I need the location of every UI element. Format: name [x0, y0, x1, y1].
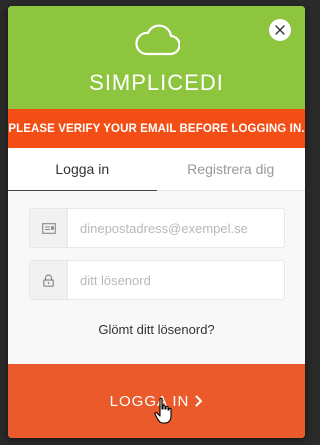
tab-register[interactable]: Registrera dig [157, 148, 306, 190]
lock-icon [30, 261, 68, 299]
login-form: Glömt ditt lösenord? [8, 191, 305, 364]
login-modal: SIMPLICEDI PLEASE VERIFY YOUR EMAIL BEFO… [8, 6, 305, 438]
app-name: SIMPLICEDI [89, 70, 224, 95]
chevron-right-icon [195, 395, 203, 407]
cloud-icon [134, 24, 180, 56]
forgot-password-link[interactable]: Glömt ditt lösenord? [8, 322, 305, 337]
auth-tabs: Logga in Registrera dig [8, 148, 305, 191]
email-field-wrapper [29, 208, 285, 248]
email-card-icon [30, 209, 68, 247]
password-field-wrapper [29, 260, 285, 300]
login-button-label: LOGGA IN [109, 392, 190, 410]
password-input[interactable] [68, 260, 284, 300]
close-icon [275, 25, 285, 35]
modal-header: SIMPLICEDI [8, 6, 305, 109]
email-input[interactable] [68, 208, 284, 248]
tab-login[interactable]: Logga in [8, 148, 157, 191]
close-button[interactable] [269, 19, 291, 41]
verify-email-banner: PLEASE VERIFY YOUR EMAIL BEFORE LOGGING … [8, 109, 305, 148]
hand-pointer-cursor-icon [154, 397, 172, 424]
